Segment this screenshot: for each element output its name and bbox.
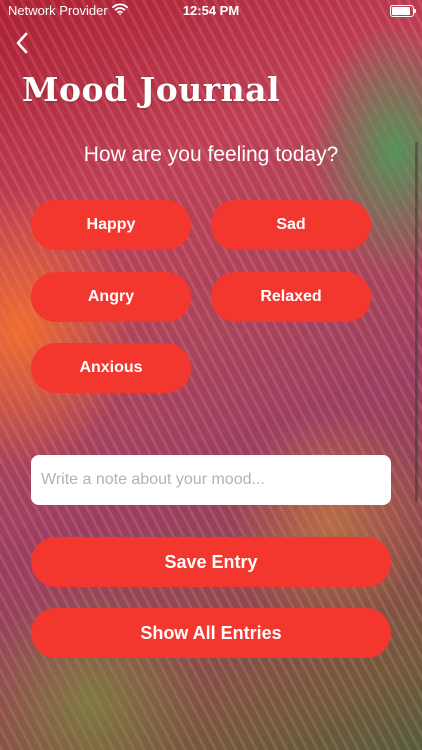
page-title: Mood Journal (22, 70, 281, 109)
mood-button-anxious[interactable]: Anxious (31, 343, 191, 393)
mood-button-angry[interactable]: Angry (31, 272, 191, 322)
status-time: 12:54 PM (182, 3, 240, 18)
mood-note-input[interactable] (31, 455, 391, 505)
mood-button-happy[interactable]: Happy (31, 200, 191, 250)
battery-icon (390, 5, 416, 17)
scroll-indicator[interactable] (415, 142, 418, 502)
chevron-left-icon (16, 32, 28, 54)
mood-button-relaxed[interactable]: Relaxed (211, 272, 371, 322)
status-bar: Network Provider 12:54 PM (0, 0, 422, 22)
status-right (390, 5, 416, 17)
save-entry-button[interactable]: Save Entry (31, 537, 391, 587)
show-all-entries-button[interactable]: Show All Entries (31, 608, 391, 658)
mood-button-sad[interactable]: Sad (211, 200, 371, 250)
mood-prompt: How are you feeling today? (83, 143, 339, 166)
back-button[interactable] (8, 28, 36, 58)
